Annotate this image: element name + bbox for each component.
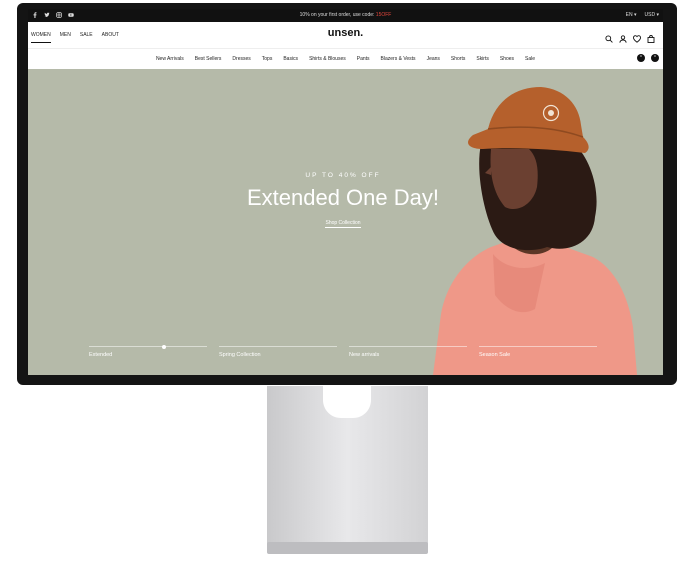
category-tops[interactable]: Tops: [262, 56, 273, 62]
category-blazers-vests[interactable]: Blazers & Vests: [381, 56, 416, 62]
category-jeans[interactable]: Jeans: [427, 56, 440, 62]
main-header: WOMEN MEN SALE ABOUT unsen. 0 0: [28, 22, 663, 62]
promo-text: 10% on your first order, use code:: [299, 12, 375, 18]
slide-tab-season-sale[interactable]: Season Sale: [479, 346, 597, 358]
slide-tab-extended[interactable]: Extended: [89, 344, 207, 358]
promo-message: 10% on your first order, use code: 15OFF: [28, 12, 663, 18]
language-select[interactable]: EN ▾: [626, 12, 637, 18]
chevron-down-icon: ▾: [634, 12, 637, 18]
site-logo[interactable]: unsen.: [28, 27, 663, 39]
search-icon[interactable]: [605, 30, 613, 43]
category-shirts-blouses[interactable]: Shirts & Blouses: [309, 56, 346, 62]
category-shoes[interactable]: Shoes: [500, 56, 514, 62]
category-shorts[interactable]: Shorts: [451, 56, 465, 62]
category-best-sellers[interactable]: Best Sellers: [195, 56, 222, 62]
cart-icon[interactable]: 0: [647, 30, 659, 62]
account-icon[interactable]: [619, 30, 627, 43]
wishlist-icon[interactable]: 0: [633, 30, 645, 62]
chevron-down-icon: ▾: [656, 12, 659, 18]
shop-collection-link[interactable]: Shop Collection: [28, 220, 658, 228]
hero-title: Extended One Day!: [246, 185, 439, 210]
header-actions: 0 0: [605, 30, 659, 62]
language-value: EN: [625, 12, 633, 18]
category-sale[interactable]: Sale: [525, 56, 535, 62]
slide-label: Extended: [89, 352, 113, 358]
shop-collection-label: Shop Collection: [325, 220, 361, 228]
slide-label: Spring Collection: [219, 352, 261, 358]
slide-label: Season Sale: [479, 352, 511, 358]
slide-tab-spring-collection[interactable]: Spring Collection: [219, 346, 337, 358]
website-screen: 10% on your first order, use code: 15OFF…: [28, 9, 663, 375]
category-new-arrivals[interactable]: New Arrivals: [156, 56, 184, 62]
currency-select[interactable]: USD ▾: [645, 12, 659, 18]
category-pants[interactable]: Pants: [357, 56, 370, 62]
currency-value: USD: [644, 12, 656, 18]
slide-label: New arrivals: [349, 352, 380, 358]
slide-indicators: Extended Spring Collection New arrivals …: [89, 344, 597, 358]
slide-progress-dot: [162, 344, 166, 349]
category-skirts[interactable]: Skirts: [476, 56, 489, 62]
wishlist-count: 0: [637, 54, 645, 62]
hero-eyebrow: UP TO 40% OFF: [305, 172, 381, 179]
category-nav: New Arrivals Best Sellers Dresses Tops B…: [28, 49, 663, 69]
hero-banner: UP TO 40% OFF Extended One Day! Shop Col…: [28, 69, 663, 375]
locale-selectors: EN ▾ USD ▾: [626, 12, 659, 18]
slide-tab-new-arrivals[interactable]: New arrivals: [349, 346, 467, 358]
announcement-bar: 10% on your first order, use code: 15OFF…: [28, 9, 663, 22]
category-basics[interactable]: Basics: [283, 56, 298, 62]
promo-code[interactable]: 15OFF: [376, 12, 392, 18]
monitor-frame: 10% on your first order, use code: 15OFF…: [17, 3, 677, 385]
cart-count: 0: [651, 54, 659, 62]
monitor-stand: [267, 386, 428, 554]
category-dresses[interactable]: Dresses: [232, 56, 250, 62]
